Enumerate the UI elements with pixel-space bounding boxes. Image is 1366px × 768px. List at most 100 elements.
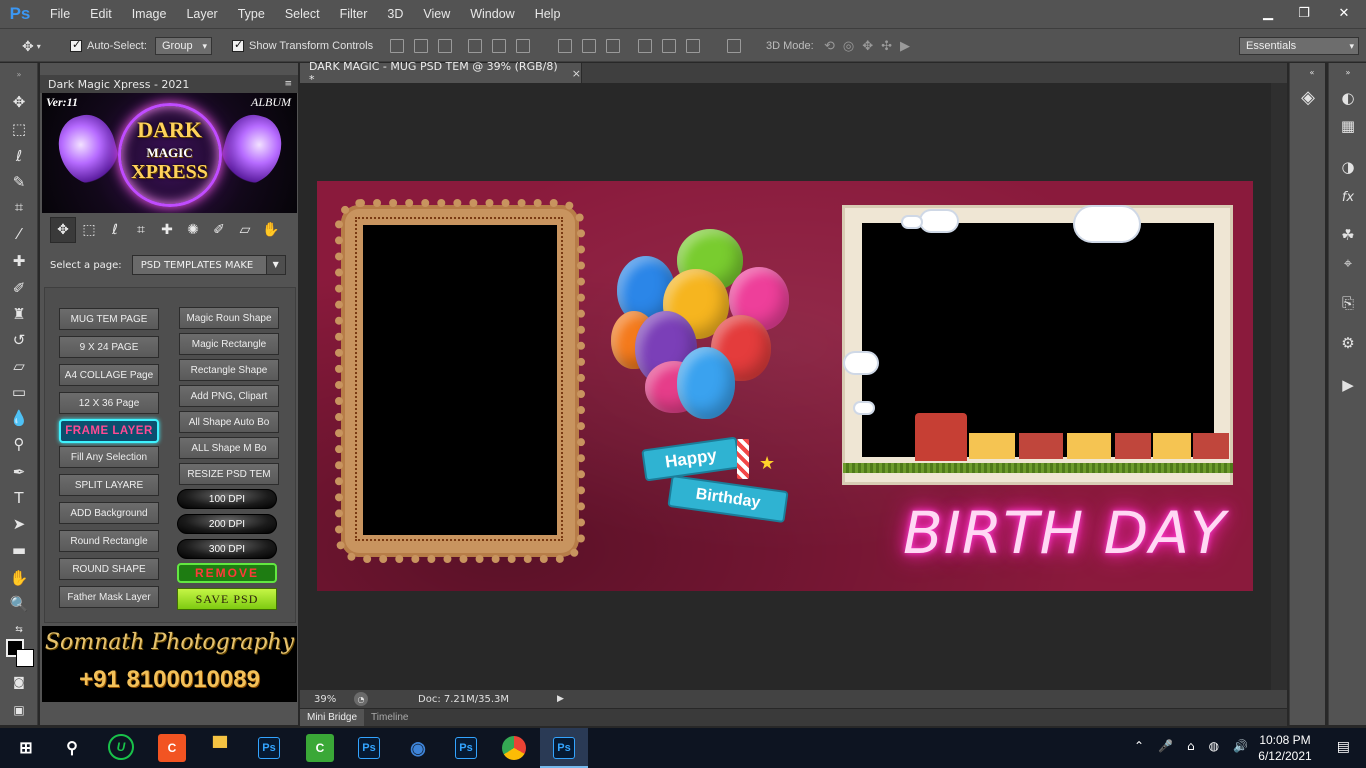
- fill-any-selection-button[interactable]: Fill Any Selection: [59, 446, 159, 468]
- show-transform-checkbox[interactable]: Show Transform Controls: [232, 36, 373, 56]
- hand-tool-icon[interactable]: ✋: [258, 217, 284, 243]
- auto-align-icon[interactable]: [727, 39, 741, 53]
- auto-select-checkbox[interactable]: Auto-Select:: [70, 36, 147, 56]
- resize-psd-tem-button[interactable]: RESIZE PSD TEM: [179, 463, 279, 485]
- type-tool-icon[interactable]: T: [8, 487, 30, 509]
- photoshop-taskbar-icon[interactable]: Ps: [358, 737, 380, 759]
- menu-window[interactable]: Window: [460, 0, 524, 28]
- status-info-icon[interactable]: ◔: [354, 692, 368, 706]
- history-brush-tool-icon[interactable]: ↺: [8, 329, 30, 351]
- camtasia-green-icon[interactable]: C: [306, 734, 334, 762]
- mug-tem-page-button[interactable]: MUG TEM PAGE: [59, 308, 159, 330]
- clone-stamp-tool-icon[interactable]: ♜: [8, 303, 30, 325]
- save-psd-button[interactable]: SAVE PSD: [177, 588, 277, 610]
- background-color-swatch[interactable]: [16, 649, 34, 667]
- auto-select-dropdown[interactable]: Group: [155, 37, 212, 55]
- menu-help[interactable]: Help: [525, 0, 571, 28]
- menu-layer[interactable]: Layer: [176, 0, 227, 28]
- menu-image[interactable]: Image: [122, 0, 177, 28]
- close-tab-icon[interactable]: ×: [572, 67, 581, 80]
- collapse-icon[interactable]: »: [8, 69, 30, 79]
- eye-app-icon[interactable]: ◉: [404, 734, 432, 762]
- channels-icon[interactable]: ☘: [1338, 225, 1358, 245]
- menu-edit[interactable]: Edit: [80, 0, 122, 28]
- status-menu-arrow-icon[interactable]: ▶: [557, 694, 564, 704]
- history-icon[interactable]: ⎘: [1338, 293, 1358, 313]
- windows-start-icon[interactable]: ⊞: [12, 734, 40, 762]
- tab-timeline[interactable]: Timeline: [364, 709, 415, 726]
- 200-dpi-button[interactable]: 200 DPI: [177, 514, 277, 534]
- adjustments-icon[interactable]: ◑: [1338, 157, 1358, 177]
- hand-tool-icon[interactable]: ✋: [8, 567, 30, 589]
- crop-tool-icon[interactable]: ⌗: [8, 196, 30, 218]
- photoshop-logo-icon[interactable]: Ps: [0, 0, 40, 28]
- vertical-scrollbar[interactable]: [1271, 83, 1287, 690]
- panel-menu-icon[interactable]: ≡: [284, 79, 292, 89]
- align-top-icon[interactable]: [390, 39, 404, 53]
- styles-fx-icon[interactable]: fx: [1338, 187, 1358, 207]
- all-shape-auto-button[interactable]: All Shape Auto Bo: [179, 411, 279, 433]
- lasso-tool-icon[interactable]: ℓ: [8, 145, 30, 167]
- path-select-tool-icon[interactable]: ➤: [8, 513, 30, 535]
- pen-tool-icon[interactable]: ✒: [8, 461, 30, 483]
- photoshop-taskbar-icon[interactable]: Ps: [258, 737, 280, 759]
- clock[interactable]: 10:08 PM 6/12/2021: [1254, 732, 1316, 764]
- properties-icon[interactable]: ⚙: [1338, 333, 1358, 353]
- screen-mode-icon[interactable]: ▣: [8, 699, 30, 721]
- lasso-tool-icon[interactable]: ℓ: [102, 217, 128, 243]
- align-hcenter-icon[interactable]: [492, 39, 506, 53]
- blur-tool-icon[interactable]: 💧: [8, 407, 30, 429]
- gradient-tool-icon[interactable]: ▭: [8, 381, 30, 403]
- split-layare-button[interactable]: SPLIT LAYARE: [59, 474, 159, 496]
- quick-select-tool-icon[interactable]: ✎: [8, 171, 30, 193]
- 300-dpi-button[interactable]: 300 DPI: [177, 539, 277, 559]
- 9x24-page-button[interactable]: 9 X 24 PAGE: [59, 336, 159, 358]
- frame-layer-button[interactable]: FRAME LAYER: [59, 419, 159, 443]
- marquee-tool-icon[interactable]: ⬚: [8, 118, 30, 140]
- magic-roun-shape-button[interactable]: Magic Roun Shape: [179, 307, 279, 329]
- add-png-clipart-button[interactable]: Add PNG, Clipart: [179, 385, 279, 407]
- healing-brush-tool-icon[interactable]: ✚: [8, 250, 30, 272]
- move-tool-icon[interactable]: ✥ ▾: [22, 36, 41, 56]
- restore-button[interactable]: ❐: [1286, 0, 1322, 26]
- swap-colors-icon[interactable]: ⇆: [8, 619, 30, 641]
- photoshop-taskbar-icon[interactable]: Ps: [455, 737, 477, 759]
- align-left-icon[interactable]: [468, 39, 482, 53]
- 12x36-page-button[interactable]: 12 X 36 Page: [59, 392, 159, 414]
- document-tab[interactable]: DARK MAGIC - MUG PSD TEM @ 39% (RGB/8) *…: [300, 60, 582, 86]
- marquee-tool-icon[interactable]: ⬚: [76, 217, 102, 243]
- color-palette-icon[interactable]: ◐: [1338, 88, 1358, 108]
- zoom-tool-icon[interactable]: 🔍: [8, 593, 30, 615]
- a4-collage-page-button[interactable]: A4 COLLAGE Page: [59, 364, 159, 386]
- tab-mini-bridge[interactable]: Mini Bridge: [300, 709, 365, 726]
- eraser-tool-icon[interactable]: ▱: [232, 217, 258, 243]
- paths-icon[interactable]: ⌖: [1338, 253, 1358, 273]
- expand-icon[interactable]: »: [1338, 67, 1358, 77]
- distribute-hcenter-icon[interactable]: [662, 39, 676, 53]
- menu-select[interactable]: Select: [275, 0, 330, 28]
- remove-button[interactable]: REMOVE: [177, 563, 277, 583]
- minimize-button[interactable]: ▁: [1250, 0, 1286, 26]
- distribute-bottom-icon[interactable]: [606, 39, 620, 53]
- dodge-tool-icon[interactable]: ⚲: [8, 433, 30, 455]
- 100-dpi-button[interactable]: 100 DPI: [177, 489, 277, 509]
- crop-tool-icon[interactable]: ⌗: [128, 217, 154, 243]
- magic-rectangle-button[interactable]: Magic Rectangle: [179, 333, 279, 355]
- search-icon[interactable]: ⚲: [58, 734, 86, 762]
- chrome-icon[interactable]: [502, 736, 526, 760]
- file-explorer-icon[interactable]: ▀: [206, 734, 234, 762]
- menu-type[interactable]: Type: [228, 0, 275, 28]
- align-right-icon[interactable]: [516, 39, 530, 53]
- brush-tool-icon[interactable]: ✐: [8, 277, 30, 299]
- healing-tool-icon[interactable]: ✚: [154, 217, 180, 243]
- align-vcenter-icon[interactable]: [414, 39, 428, 53]
- distribute-top-icon[interactable]: [558, 39, 572, 53]
- add-background-button[interactable]: ADD Background: [59, 502, 159, 524]
- father-mask-layer-button[interactable]: Father Mask Layer: [59, 586, 159, 608]
- utorrent-icon[interactable]: U: [108, 734, 134, 760]
- round-rectangle-button[interactable]: Round Rectangle: [59, 530, 159, 552]
- eraser-tool-icon[interactable]: ▱: [8, 355, 30, 377]
- close-button[interactable]: ✕: [1322, 0, 1366, 26]
- 3d-mode-icons[interactable]: ⟲◎✥✣▶: [824, 36, 918, 56]
- camtasia-icon[interactable]: C: [158, 734, 186, 762]
